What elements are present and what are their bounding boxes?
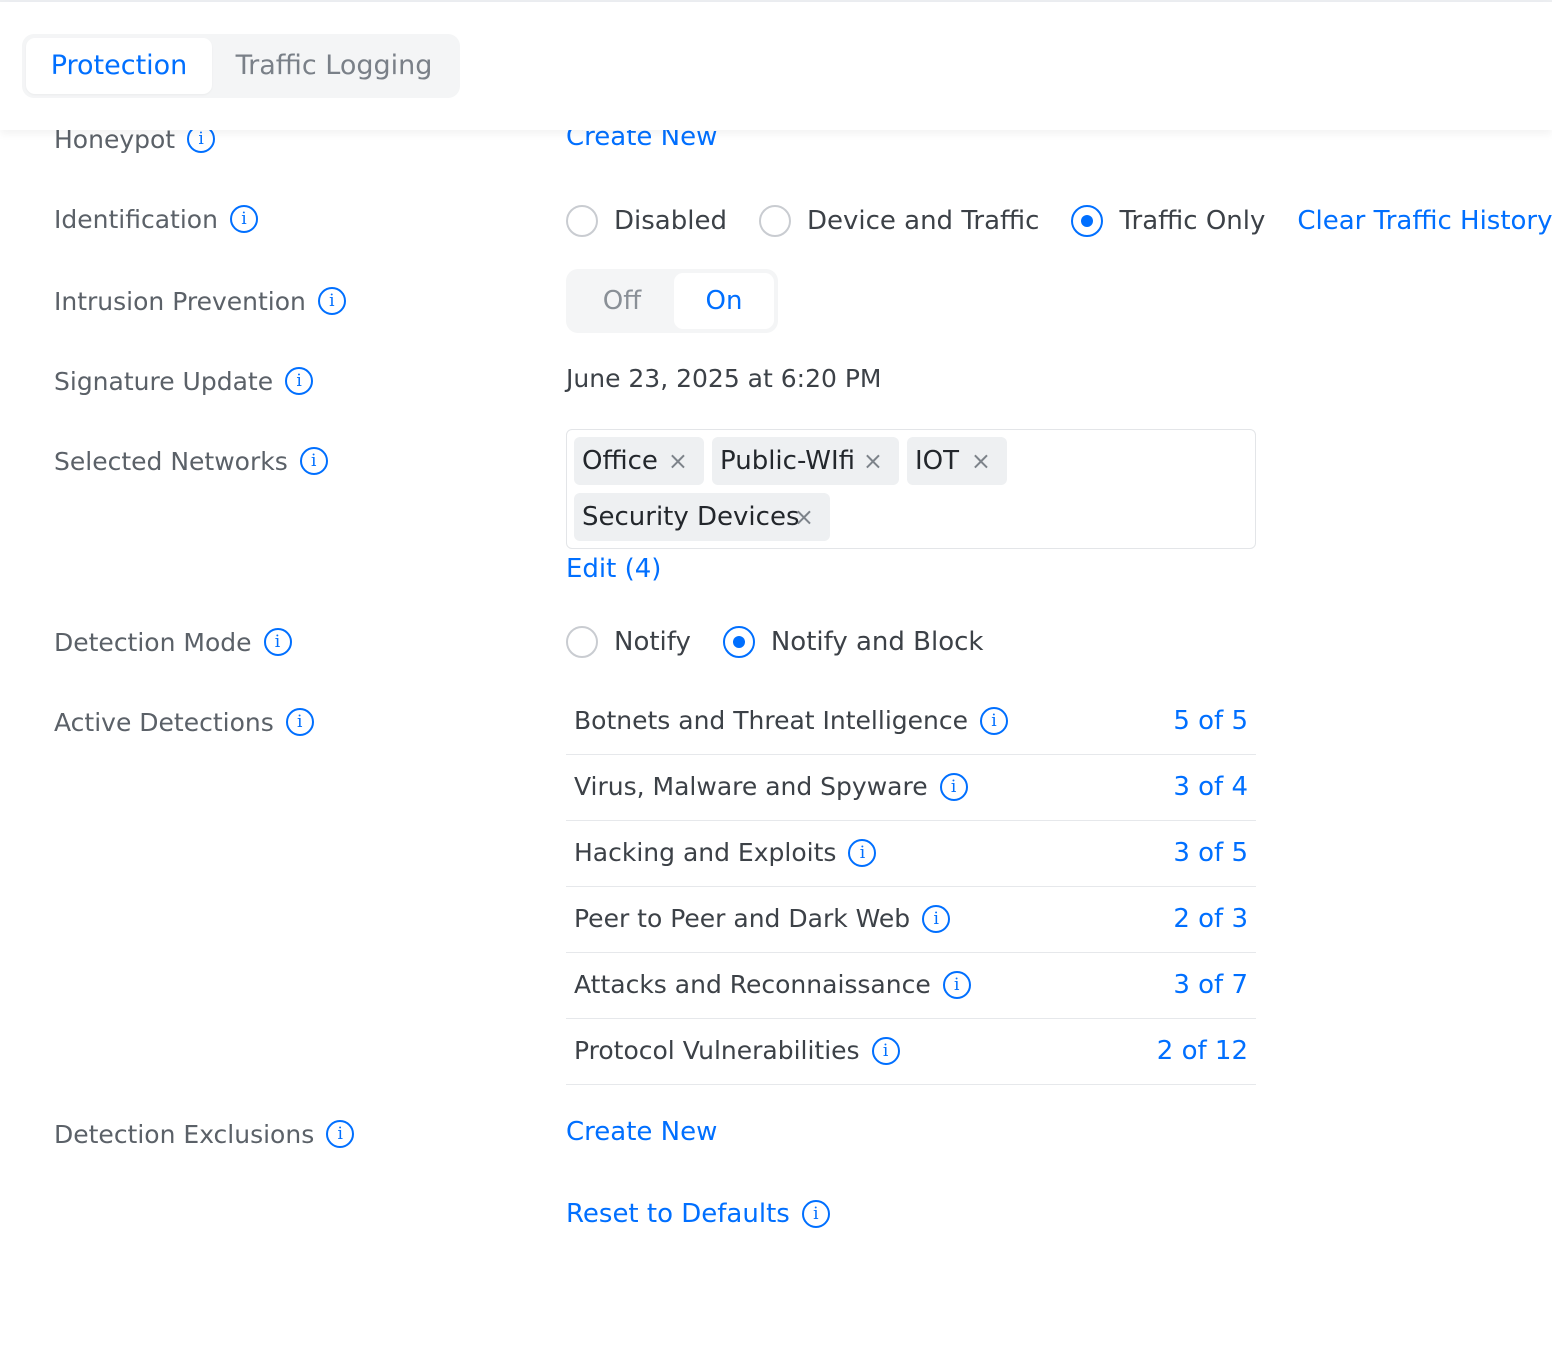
toggle-on-option[interactable]: On bbox=[674, 273, 774, 329]
network-chip: Public-WIfi × bbox=[712, 437, 899, 485]
tab-bar: Protection Traffic Logging bbox=[22, 34, 460, 98]
detection-name: Hacking and Exploits i bbox=[574, 821, 877, 885]
close-icon[interactable]: × bbox=[863, 437, 883, 485]
signature-update-label: Signature Update bbox=[54, 366, 274, 396]
detection-row[interactable]: Hacking and Exploits i 3 of 5 bbox=[566, 821, 1256, 887]
radio-notify-and-block[interactable]: Notify and Block bbox=[722, 626, 984, 658]
info-icon[interactable]: i bbox=[263, 628, 292, 656]
info-icon[interactable]: i bbox=[317, 287, 346, 315]
detection-mode-row-label: Detection Mode i bbox=[54, 625, 292, 659]
radio-notify[interactable]: Notify bbox=[566, 626, 691, 658]
radio-circle[interactable] bbox=[566, 626, 598, 658]
close-icon[interactable]: × bbox=[668, 437, 688, 485]
info-icon[interactable]: i bbox=[801, 1200, 830, 1228]
network-multiselect[interactable]: Office × Public-WIfi × IOT × Security De… bbox=[566, 429, 1256, 549]
intrusion-prevention-row-label: Intrusion Prevention i bbox=[54, 284, 346, 318]
tab-protection[interactable]: Protection bbox=[26, 38, 212, 94]
intrusion-prevention-toggle: Off On bbox=[566, 269, 778, 333]
close-icon[interactable]: × bbox=[794, 493, 814, 541]
reset-to-defaults-link[interactable]: Reset to Defaults bbox=[566, 1199, 790, 1229]
radio-label: Notify and Block bbox=[770, 627, 984, 657]
radio-traffic-only[interactable]: Traffic Only bbox=[1071, 205, 1265, 237]
tab-traffic-logging[interactable]: Traffic Logging bbox=[220, 38, 448, 94]
identification-radio-group: Disabled Device and Traffic Traffic Only… bbox=[566, 204, 1552, 238]
info-icon[interactable]: i bbox=[229, 205, 258, 233]
info-icon[interactable]: i bbox=[871, 1037, 900, 1065]
radio-circle-selected[interactable] bbox=[722, 626, 755, 658]
radio-circle-selected[interactable] bbox=[1071, 205, 1104, 237]
detection-row[interactable]: Virus, Malware and Spyware i 3 of 4 bbox=[566, 755, 1256, 821]
selected-networks-label: Selected Networks bbox=[54, 446, 288, 476]
info-icon[interactable]: i bbox=[285, 367, 314, 395]
detection-name: Botnets and Threat Intelligence i bbox=[574, 689, 1008, 753]
radio-device-and-traffic[interactable]: Device and Traffic bbox=[758, 205, 1040, 237]
reset-row: Reset to Defaults i bbox=[566, 1197, 830, 1231]
detection-name: Protocol Vulnerabilities i bbox=[574, 1019, 900, 1083]
radio-label: Notify bbox=[614, 627, 691, 657]
exclusions-create-new-link[interactable]: Create New bbox=[566, 1117, 717, 1151]
chip-label: IOT bbox=[915, 446, 960, 476]
info-icon[interactable]: i bbox=[848, 839, 877, 867]
detection-count-link[interactable]: 2 of 3 bbox=[1173, 887, 1248, 951]
toggle-off-option[interactable]: Off bbox=[570, 273, 674, 329]
radio-label: Disabled bbox=[614, 206, 727, 236]
radio-label: Device and Traffic bbox=[806, 206, 1040, 236]
signature-update-row-label: Signature Update i bbox=[54, 364, 314, 398]
chip-label: Office bbox=[582, 446, 658, 476]
edit-networks-link[interactable]: Edit (4) bbox=[566, 554, 661, 588]
selected-networks-row-label: Selected Networks i bbox=[54, 444, 328, 478]
active-detections-row-label: Active Detections i bbox=[54, 705, 314, 739]
chip-label: Security Devices bbox=[582, 502, 800, 532]
header: Protection Traffic Logging bbox=[0, 2, 1552, 130]
detection-name: Virus, Malware and Spyware i bbox=[574, 755, 968, 819]
detection-label: Peer to Peer and Dark Web bbox=[574, 904, 911, 933]
radio-disabled[interactable]: Disabled bbox=[566, 205, 727, 237]
network-chip: Office × bbox=[574, 437, 704, 485]
detection-row[interactable]: Peer to Peer and Dark Web i 2 of 3 bbox=[566, 887, 1256, 953]
detection-exclusions-row-label: Detection Exclusions i bbox=[54, 1117, 355, 1151]
detection-count-link[interactable]: 3 of 7 bbox=[1173, 953, 1248, 1017]
info-icon[interactable]: i bbox=[939, 773, 968, 801]
detection-count-link[interactable]: 5 of 5 bbox=[1173, 689, 1248, 753]
detection-row[interactable]: Protocol Vulnerabilities i 2 of 12 bbox=[566, 1019, 1256, 1085]
info-icon[interactable]: i bbox=[285, 708, 314, 736]
detection-exclusions-label: Detection Exclusions bbox=[54, 1119, 315, 1149]
radio-circle[interactable] bbox=[758, 205, 791, 237]
network-chip: IOT × bbox=[907, 437, 1007, 485]
detection-label: Virus, Malware and Spyware bbox=[574, 772, 928, 801]
radio-label: Traffic Only bbox=[1119, 206, 1266, 236]
close-icon[interactable]: × bbox=[971, 437, 991, 485]
detection-row[interactable]: Botnets and Threat Intelligence i 5 of 5 bbox=[566, 689, 1256, 755]
intrusion-prevention-label: Intrusion Prevention bbox=[54, 286, 306, 316]
network-chip: Security Devices × bbox=[574, 493, 830, 541]
detection-label: Botnets and Threat Intelligence bbox=[574, 706, 968, 735]
info-icon[interactable]: i bbox=[979, 707, 1008, 735]
info-icon[interactable]: i bbox=[326, 1120, 355, 1148]
info-icon[interactable]: i bbox=[942, 971, 971, 999]
identification-row-label: Identification i bbox=[54, 202, 258, 236]
detection-name: Peer to Peer and Dark Web i bbox=[574, 887, 951, 951]
detection-count-link[interactable]: 3 of 4 bbox=[1173, 755, 1248, 819]
detection-mode-label: Detection Mode bbox=[54, 627, 252, 657]
radio-circle[interactable] bbox=[566, 205, 598, 237]
chip-label: Public-WIfi bbox=[720, 446, 856, 476]
detection-name: Attacks and Reconnaissance i bbox=[574, 953, 971, 1017]
info-icon[interactable]: i bbox=[299, 447, 328, 475]
active-detections-label: Active Detections bbox=[54, 707, 274, 737]
detection-label: Protocol Vulnerabilities bbox=[574, 1036, 860, 1065]
detection-label: Hacking and Exploits bbox=[574, 838, 837, 867]
info-icon[interactable]: i bbox=[922, 905, 951, 933]
detection-row[interactable]: Attacks and Reconnaissance i 3 of 7 bbox=[566, 953, 1256, 1019]
detection-count-link[interactable]: 3 of 5 bbox=[1173, 821, 1248, 885]
detection-label: Attacks and Reconnaissance bbox=[574, 970, 931, 999]
clear-traffic-history-link[interactable]: Clear Traffic History bbox=[1297, 206, 1552, 236]
detection-mode-radio-group: Notify Notify and Block bbox=[566, 625, 983, 659]
identification-label: Identification bbox=[54, 204, 218, 234]
detection-count-link[interactable]: 2 of 12 bbox=[1157, 1019, 1248, 1083]
signature-update-value: June 23, 2025 at 6:20 PM bbox=[566, 364, 882, 393]
